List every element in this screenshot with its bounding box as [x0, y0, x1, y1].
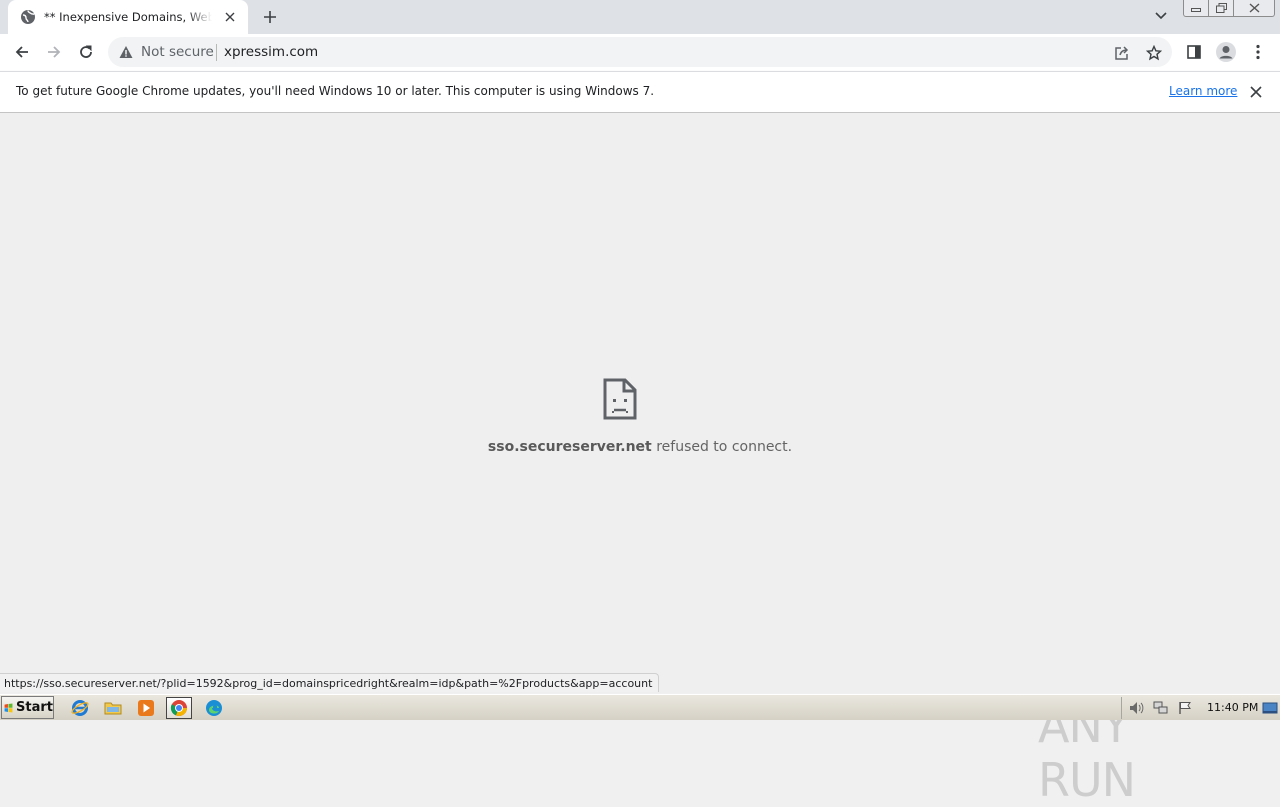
new-tab-button[interactable]	[258, 5, 282, 29]
windows-logo-icon	[4, 702, 13, 713]
internet-explorer-icon	[71, 700, 89, 716]
arrow-right-icon	[48, 46, 61, 58]
error-description: refused to connect.	[651, 439, 793, 455]
url-text[interactable]: xpressim.com	[224, 44, 318, 60]
share-button[interactable]	[1111, 42, 1133, 64]
side-panel-button[interactable]	[1180, 38, 1208, 66]
system-tray: 11:40 PM	[1121, 697, 1280, 719]
start-button[interactable]: Start	[1, 696, 54, 719]
folder-icon	[104, 702, 122, 715]
infobar-close-button[interactable]	[1248, 84, 1264, 100]
page-content: sso.secureserver.net refused to connect.…	[0, 113, 1280, 807]
status-bubble: https://sso.secureserver.net/?plid=1592&…	[0, 673, 660, 692]
infobar-message: To get future Google Chrome updates, you…	[16, 84, 655, 98]
taskbar-edge[interactable]	[201, 697, 227, 719]
anyrun-watermark: ANY RUN	[1038, 699, 1238, 807]
warning-icon[interactable]	[119, 45, 133, 59]
window-close-button[interactable]	[1233, 0, 1275, 17]
minimize-icon	[1191, 8, 1201, 12]
security-label[interactable]: Not secure	[141, 44, 214, 60]
close-icon	[1249, 3, 1259, 13]
profile-button[interactable]	[1212, 38, 1240, 66]
taskbar: Start 11:40 PM	[0, 694, 1280, 720]
chevron-down-icon	[1155, 12, 1167, 20]
plus-icon	[264, 11, 276, 23]
star-icon	[1146, 45, 1162, 61]
tab-search-button[interactable]	[1150, 5, 1172, 27]
media-player-icon	[138, 700, 154, 716]
error-host: sso.secureserver.net	[487, 439, 652, 455]
minimize-button[interactable]	[1183, 0, 1209, 17]
bookmark-button[interactable]	[1143, 42, 1165, 64]
address-bar[interactable]: Not secure xpressim.com	[108, 37, 1172, 67]
back-button[interactable]	[8, 38, 36, 66]
tab-close-icon[interactable]	[222, 9, 238, 25]
taskbar-internet-explorer[interactable]	[67, 697, 93, 719]
tab-strip: ** Inexpensive Domains, Web Hosting, Ema…	[0, 0, 1280, 34]
start-label: Start	[16, 700, 53, 715]
menu-button[interactable]	[1244, 38, 1272, 66]
error-message: sso.secureserver.net refused to connect.	[0, 439, 1280, 455]
chrome-icon	[170, 700, 187, 716]
restore-button[interactable]	[1208, 0, 1234, 17]
reload-button[interactable]	[72, 38, 100, 66]
tab-title: ** Inexpensive Domains, Web Hosting, Ema…	[44, 10, 212, 24]
taskbar-chrome[interactable]	[166, 697, 192, 719]
volume-icon[interactable]	[1129, 700, 1145, 716]
show-desktop-icon[interactable]	[1262, 700, 1278, 716]
close-icon	[1250, 86, 1262, 98]
share-icon	[1115, 46, 1129, 60]
sad-document-icon	[603, 378, 637, 420]
arrow-left-icon	[15, 46, 28, 58]
browser-tab[interactable]: ** Inexpensive Domains, Web Hosting, Ema…	[8, 0, 248, 34]
omnibox-divider	[216, 44, 217, 61]
edge-icon	[206, 700, 222, 716]
side-panel-icon	[1187, 45, 1201, 59]
kebab-menu-icon	[1256, 44, 1260, 60]
taskbar-media-player[interactable]	[133, 697, 159, 719]
update-infobar: To get future Google Chrome updates, you…	[0, 71, 1280, 113]
globe-icon	[20, 9, 36, 25]
network-icon[interactable]	[1153, 700, 1169, 716]
avatar-icon	[1216, 42, 1236, 62]
reload-icon	[80, 45, 92, 58]
browser-toolbar: Not secure xpressim.com	[0, 34, 1280, 71]
learn-more-link[interactable]: Learn more	[1169, 84, 1237, 98]
restore-icon	[1215, 3, 1227, 13]
action-center-flag-icon[interactable]	[1177, 700, 1193, 716]
forward-button[interactable]	[40, 38, 68, 66]
taskbar-windows-explorer[interactable]	[100, 697, 126, 719]
clock[interactable]: 11:40 PM	[1207, 701, 1258, 714]
